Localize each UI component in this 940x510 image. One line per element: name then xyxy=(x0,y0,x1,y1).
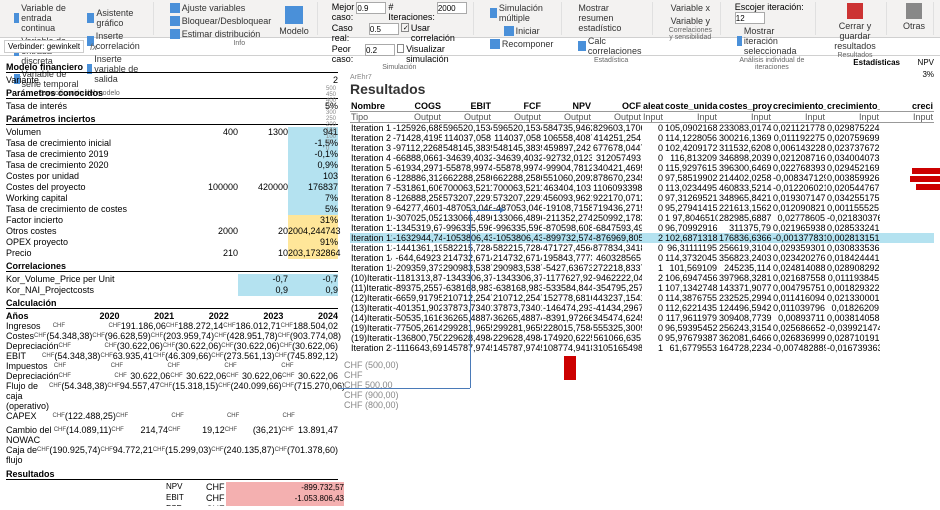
estimar-btn[interactable]: Estimar distribución xyxy=(168,28,274,40)
calc-corr-btn[interactable]: Calc correlaciones xyxy=(576,35,646,57)
vary-btn[interactable]: Variable y xyxy=(669,15,712,27)
res-title: Resultados xyxy=(6,469,338,480)
iter-input[interactable] xyxy=(437,2,467,14)
best-input[interactable] xyxy=(356,2,386,14)
unknown-title: Parámetros inciertos xyxy=(6,114,338,125)
hist-bar xyxy=(912,168,940,174)
worst-input[interactable] xyxy=(365,44,395,56)
pick-iter-input[interactable] xyxy=(735,12,765,24)
varx-btn[interactable]: Variable x xyxy=(669,2,712,14)
real-input[interactable] xyxy=(369,23,399,35)
show-iter-btn[interactable]: Mostrar iteración seleccionada xyxy=(735,25,809,57)
stat-label: Estadísticas xyxy=(853,58,900,67)
known-title: Parámetros conocidos xyxy=(6,88,338,99)
arrow-head-icon xyxy=(500,207,505,213)
recomponer-btn[interactable]: Recomponer xyxy=(488,38,556,50)
var-continua-btn[interactable]: Variable de entrada continua xyxy=(12,2,81,34)
ribbon: Variable de entrada continua Variable de… xyxy=(0,0,940,38)
calc-title: Calculación xyxy=(6,298,338,309)
ajuste-btn[interactable]: Ajuste variables xyxy=(168,2,274,14)
fin-table: Años20202021202220232024 IngresosCHFCHF1… xyxy=(6,311,338,465)
asistente-btn[interactable]: Asistente gráfico xyxy=(85,7,147,29)
iteration-table: NombreCOGSEBITFCFNPVOCFaleatoriocoste_un… xyxy=(350,101,934,353)
npv-label: NPV xyxy=(918,58,934,67)
usecorr-chk[interactable] xyxy=(401,23,409,32)
iniciar-btn[interactable]: Iniciar xyxy=(502,25,542,37)
vis-chk[interactable] xyxy=(397,44,404,53)
hist-bar xyxy=(916,184,940,190)
name-box[interactable] xyxy=(4,40,84,53)
results-title: Resultados xyxy=(350,81,934,97)
hist-bar xyxy=(910,176,940,182)
fx-icon[interactable]: fx xyxy=(90,42,97,52)
connector-arrow xyxy=(340,388,470,389)
corr-title: Correlaciones xyxy=(6,261,338,272)
sim-mult-btn[interactable]: Simulación múltiple xyxy=(488,2,556,24)
otras-btn[interactable]: Otras xyxy=(901,2,927,32)
cerrar-btn[interactable]: Cerrar y guardar resultados xyxy=(830,2,880,52)
resumen-btn[interactable]: Mostrar resumen estadístico xyxy=(576,2,646,34)
bloquear-btn[interactable]: Bloquear/Desbloquear xyxy=(168,15,274,27)
model-title: Modelo financiero xyxy=(6,62,338,73)
modelo-btn[interactable]: Modelo xyxy=(277,5,311,37)
left-panel: Modelo financiero Variante2 Parámetros c… xyxy=(0,56,344,506)
hist-bar xyxy=(564,356,576,380)
right-panel: Estadísticas NPV 3% ArEhr7 Resultados 50… xyxy=(344,56,940,506)
chf-axis: CHF (500,00)CHFCHF 500,00CHF (900,00)CHF… xyxy=(344,360,399,410)
